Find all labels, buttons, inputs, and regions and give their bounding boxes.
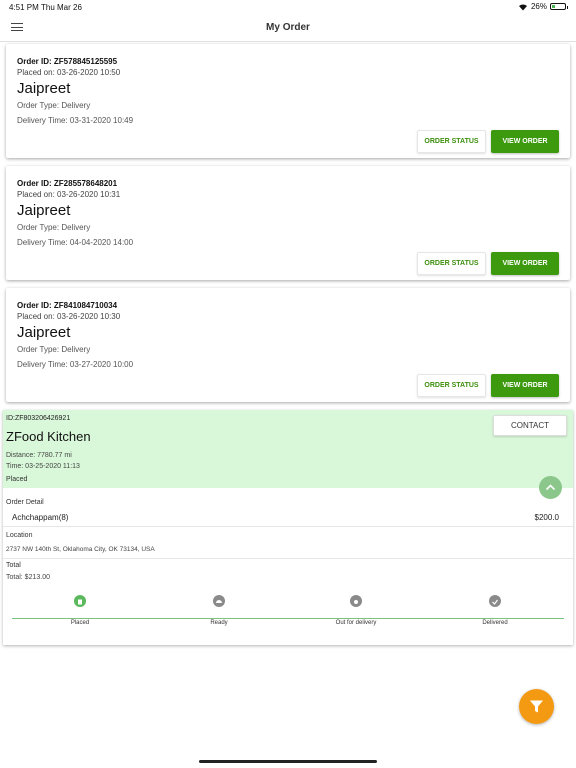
status-date: Thu Mar 26: [41, 3, 82, 12]
delivery-time: Delivery Time: 03-31-2020 10:49: [17, 116, 134, 125]
customer-name: Jaipreet: [17, 80, 71, 97]
total-label: Total: [6, 562, 21, 569]
page-title: My Order: [266, 22, 310, 33]
status-bar: 4:51 PM Thu Mar 26 26%: [0, 0, 576, 14]
order-status-button[interactable]: ORDER STATUS: [417, 252, 486, 275]
filter-icon: [530, 700, 543, 713]
order-status-button[interactable]: ORDER STATUS: [417, 130, 486, 153]
view-order-button[interactable]: VIEW ORDER: [491, 374, 559, 397]
order-status-text: Placed: [6, 476, 28, 483]
filter-button[interactable]: [519, 689, 554, 724]
status-time: 4:51 PM: [9, 3, 39, 12]
delivered-icon: [489, 595, 501, 607]
view-order-button[interactable]: VIEW ORDER: [491, 130, 559, 153]
order-id: Order ID: ZF841084710034: [17, 301, 118, 310]
ready-icon: [213, 595, 225, 607]
step-out-for-delivery: Out for delivery: [311, 595, 401, 626]
contact-button[interactable]: CONTACT: [493, 415, 567, 436]
customer-name: Jaipreet: [17, 202, 71, 219]
step-label: Placed: [70, 620, 90, 626]
divider: [3, 526, 573, 527]
collapse-button[interactable]: [539, 476, 562, 499]
battery-icon: [550, 3, 568, 10]
step-label: Ready: [210, 620, 228, 626]
order-detail-label: Order Detail: [6, 499, 44, 506]
home-indicator[interactable]: [199, 760, 377, 763]
order-status-button[interactable]: ORDER STATUS: [417, 374, 486, 397]
battery-percent: 26%: [530, 2, 547, 11]
step-label: Delivered: [482, 620, 508, 626]
step-placed: Placed: [35, 595, 125, 626]
order-detail-panel: ID:ZF803206426921 ZFood Kitchen Distance…: [3, 410, 573, 645]
tracking-line: [12, 618, 564, 619]
item-name: Achchappam(8): [12, 513, 69, 522]
order-card: Order ID: ZF285578648201 Placed on: 03-2…: [6, 166, 570, 280]
order-placed-on: Placed on: 03-26-2020 10:30: [17, 312, 121, 321]
detail-order-id: ID:ZF803206426921: [6, 415, 71, 422]
divider: [3, 558, 573, 559]
order-placed-on: Placed on: 03-26-2020 10:50: [17, 68, 121, 77]
order-time: Time: 03-25-2020 11:13: [6, 463, 80, 470]
order-card: Order ID: ZF578845125595 Placed on: 03-2…: [6, 44, 570, 158]
restaurant-name: ZFood Kitchen: [6, 429, 91, 444]
customer-name: Jaipreet: [17, 324, 71, 341]
order-type: Order Type: Delivery: [17, 101, 91, 110]
chevron-up-icon: [545, 484, 556, 491]
wifi-icon: [518, 3, 527, 11]
order-id: Order ID: ZF578845125595: [17, 57, 118, 66]
item-price: $200.0: [534, 513, 559, 522]
distance: Distance: 7780.77 mi: [6, 452, 72, 459]
order-type: Order Type: Delivery: [17, 223, 91, 232]
total-amount: Total: $213.00: [6, 574, 50, 581]
step-label: Out for delivery: [335, 620, 377, 626]
order-detail-header: ID:ZF803206426921 ZFood Kitchen Distance…: [3, 410, 573, 488]
delivery-bike-icon: [350, 595, 362, 607]
order-id: Order ID: ZF285578648201: [17, 179, 118, 188]
location-label: Location: [6, 532, 33, 539]
order-card: Order ID: ZF841084710034 Placed on: 03-2…: [6, 288, 570, 402]
placed-icon: [74, 595, 86, 607]
delivery-time: Delivery Time: 04-04-2020 14:00: [17, 238, 134, 247]
view-order-button[interactable]: VIEW ORDER: [491, 252, 559, 275]
step-delivered: Delivered: [450, 595, 540, 626]
order-placed-on: Placed on: 03-26-2020 10:31: [17, 190, 121, 199]
delivery-address: 2737 NW 140th St, Oklahoma City, OK 7313…: [6, 546, 155, 553]
order-type: Order Type: Delivery: [17, 345, 91, 354]
status-right: 26%: [518, 2, 568, 11]
step-ready: Ready: [174, 595, 264, 626]
app-header: My Order: [0, 14, 576, 42]
delivery-time: Delivery Time: 03-27-2020 10:00: [17, 360, 134, 369]
